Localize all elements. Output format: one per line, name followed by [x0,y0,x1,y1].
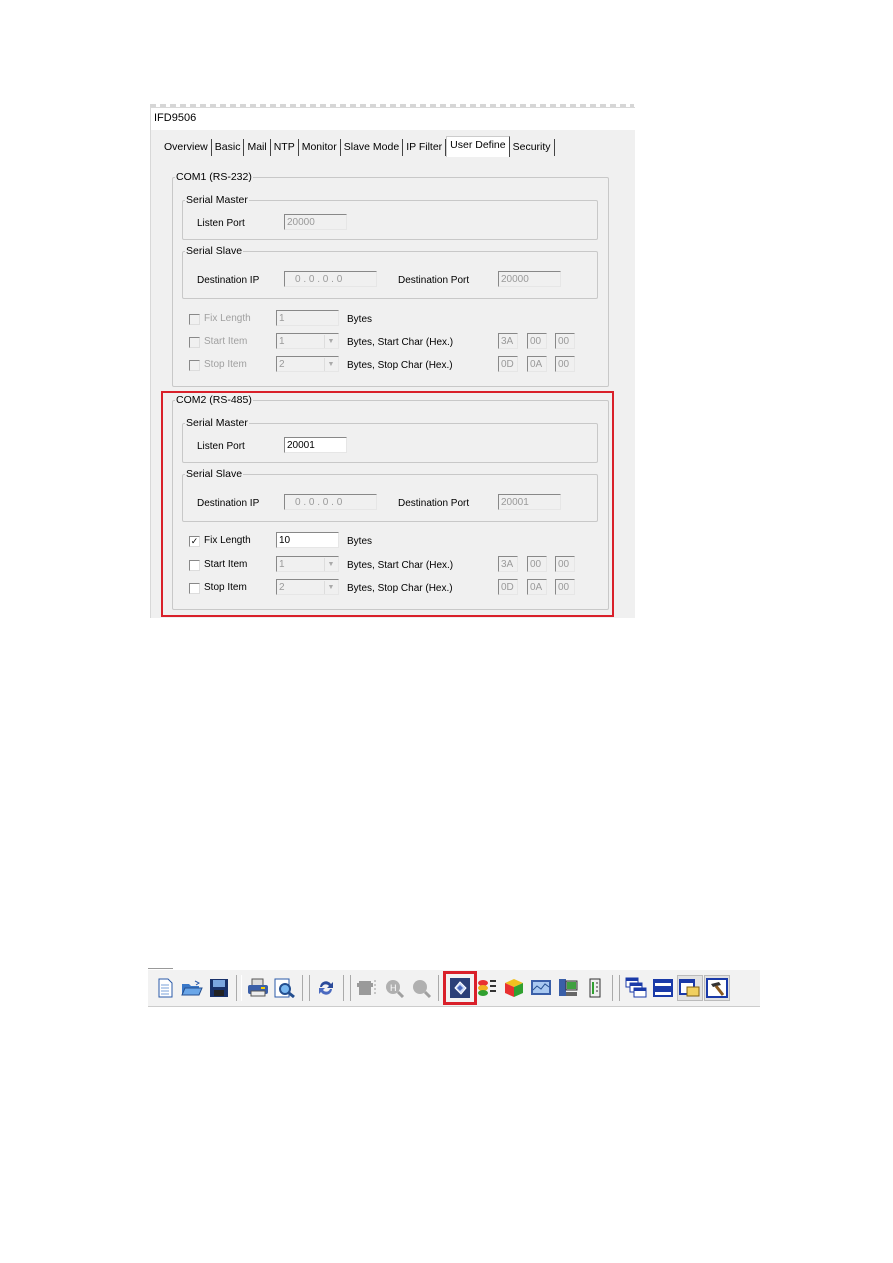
com1-fix-length-label: Fix Length [204,313,251,324]
open-folder-icon [181,979,203,997]
network-stack-button[interactable] [474,975,500,1001]
search-icon [410,978,432,998]
toolbar-buttons: H [152,971,731,1005]
ifd-config-button[interactable] [443,971,477,1005]
network-stack-icon [476,978,498,998]
com2-highlight-box [161,391,614,617]
print-button[interactable] [245,975,271,1001]
com1-start-item-select[interactable]: 1 ▼ [276,333,339,349]
tab-monitor[interactable]: Monitor [299,139,341,156]
refresh-icon [316,978,336,998]
tool-hammer-button[interactable] [704,975,730,1001]
com1-stop-item-label: Stop Item [204,359,247,370]
tab-security[interactable]: Security [510,139,555,156]
com1-destination-ip-label: Destination IP [197,275,260,286]
svg-text:H: H [390,983,397,993]
cube-icon [503,978,525,998]
chevron-down-icon[interactable]: ▼ [324,358,337,371]
com1-start-char-2[interactable]: 00 [527,333,547,349]
chevron-down-icon[interactable]: ▼ [324,335,337,348]
com1-stop-item-select[interactable]: 2 ▼ [276,356,339,372]
print-preview-button[interactable] [272,975,298,1001]
tile-vertical-icon [679,978,701,998]
monitor-chart-icon [530,978,552,998]
device-icon [356,978,378,998]
toolbar-separator [343,975,351,1001]
tab-bar: Overview Basic Mail NTP Monitor Slave Mode IP … [161,136,555,157]
title-bar: IFD9506 [151,108,635,130]
com1-stop-char-3[interactable]: 00 [555,356,575,372]
toolbar-separator [302,975,310,1001]
tab-ntp[interactable]: NTP [271,139,299,156]
com1-legend: COM1 (RS-232) [176,171,252,183]
com1-start-item-checkbox[interactable] [189,337,200,348]
window-title: IFD9506 [154,112,197,124]
tile-horizontal-icon [653,978,673,998]
tile-vertical-button[interactable] [677,975,703,1001]
io-module-icon [588,978,602,998]
toolbar-separator [612,975,620,1001]
com1-listen-port-label: Listen Port [197,218,245,229]
save-disk-button[interactable] [206,975,232,1001]
tile-horizontal-button[interactable] [650,975,676,1001]
com1-start-char-3[interactable]: 00 [555,333,575,349]
com1-destination-port-input[interactable]: 20000 [498,271,561,287]
computer-button[interactable] [555,975,581,1001]
com1-serial-master-group: Serial Master [182,194,598,240]
com1-fix-length-input[interactable]: 1 [276,310,339,326]
tab-user-define[interactable]: User Define [446,136,510,157]
com1-serial-slave-legend: Serial Slave [186,245,243,257]
tab-overview[interactable]: Overview [161,139,212,156]
device-button [354,975,380,1001]
com1-start-item-unit: Bytes, Start Char (Hex.) [347,337,454,348]
toolbar-grip-line [148,968,173,969]
search-h-icon: H [383,978,405,998]
open-folder-button[interactable] [179,975,205,1001]
cascade-windows-icon [625,977,647,999]
com1-destination-ip-input[interactable]: 0 . 0 . 0 . 0 [284,271,377,287]
tab-ip-filter[interactable]: IP Filter [403,139,447,156]
computer-icon [557,978,579,998]
tab-slave-mode[interactable]: Slave Mode [341,139,404,156]
io-module-button[interactable] [582,975,608,1001]
com1-start-char-1[interactable]: 3A [498,333,518,349]
toolbar-separator [438,975,444,1001]
new-document-button[interactable] [152,975,178,1001]
com1-stop-item-unit: Bytes, Stop Char (Hex.) [347,360,453,371]
com1-start-item-label: Start Item [204,336,248,347]
cube-button[interactable] [501,975,527,1001]
toolbar-separator [236,975,242,1001]
print-preview-icon [274,978,296,998]
main-toolbar: H [148,968,760,1007]
tab-mail[interactable]: Mail [244,139,271,156]
cascade-windows-button[interactable] [623,975,649,1001]
search-button [408,975,434,1001]
refresh-button[interactable] [313,975,339,1001]
save-disk-icon [209,978,229,998]
com1-stop-char-2[interactable]: 0A [527,356,547,372]
monitor-chart-button[interactable] [528,975,554,1001]
ifd-config-icon [449,977,471,999]
com1-stop-item-value: 2 [279,359,285,370]
tool-hammer-icon [706,978,728,998]
com1-stop-item-checkbox[interactable] [189,360,200,371]
com1-fix-length-unit: Bytes [347,314,373,325]
search-h-button: H [381,975,407,1001]
com1-fix-length-checkbox[interactable] [189,314,200,325]
com1-start-item-value: 1 [279,336,285,347]
print-icon [247,978,269,998]
com1-listen-port-input[interactable]: 20000 [284,214,347,230]
com1-stop-char-1[interactable]: 0D [498,356,518,372]
new-document-icon [156,978,174,998]
com1-destination-port-label: Destination Port [398,275,470,286]
tab-basic[interactable]: Basic [212,139,245,156]
com1-serial-master-legend: Serial Master [186,194,248,206]
